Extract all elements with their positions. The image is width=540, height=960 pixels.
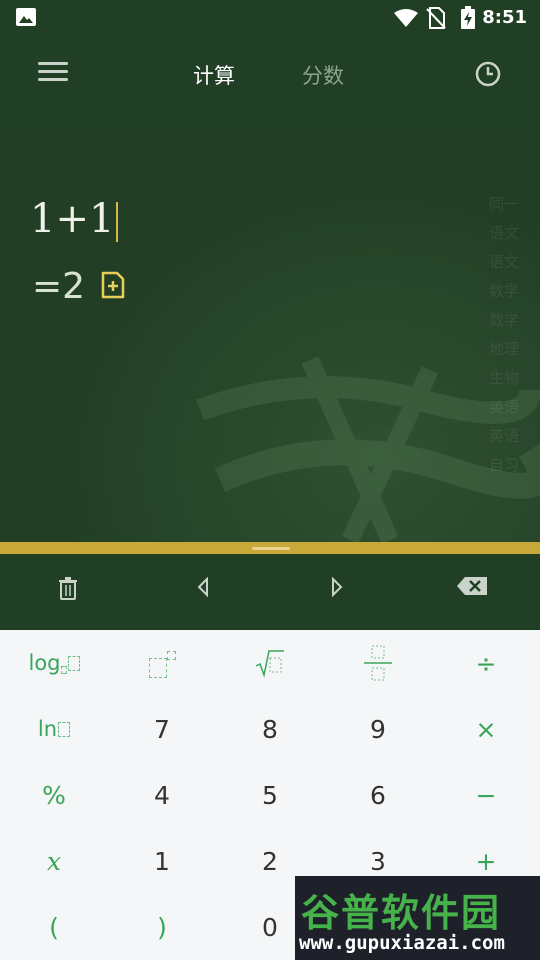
open-paren-key[interactable]: (: [0, 894, 108, 960]
placeholder-box: [58, 721, 71, 737]
close-paren-key[interactable]: ): [108, 894, 216, 960]
digit-8-key[interactable]: 8: [216, 696, 324, 762]
subject-text: 数学: [489, 282, 520, 300]
subject-text: 语文: [489, 224, 520, 242]
ln-key[interactable]: ln: [0, 696, 108, 762]
placeholder-box: [67, 655, 80, 671]
top-bar: 计算 分数: [0, 46, 540, 102]
drag-handle[interactable]: [252, 547, 290, 550]
digit-6-key[interactable]: 6: [324, 762, 432, 828]
power-key[interactable]: [108, 630, 216, 696]
status-bar: 8:51: [0, 0, 540, 36]
backspace-icon[interactable]: [456, 576, 488, 596]
battery-charging-icon: [461, 6, 475, 29]
tab-fraction[interactable]: 分数: [302, 60, 344, 90]
menu-icon[interactable]: [38, 62, 68, 86]
trash-icon[interactable]: [58, 576, 78, 600]
resize-divider[interactable]: [0, 542, 540, 554]
subject-text: 数学: [489, 311, 520, 329]
tab-calculate[interactable]: 计算: [193, 60, 235, 90]
status-time: 8:51: [482, 7, 527, 28]
log-key[interactable]: log: [0, 630, 108, 696]
cursor-left-icon[interactable]: [196, 576, 210, 598]
fraction-key[interactable]: [324, 630, 432, 696]
text-cursor: [116, 202, 119, 242]
digit-1-key[interactable]: 1: [108, 828, 216, 894]
fraction-icon: [364, 645, 392, 681]
variable-x-key[interactable]: x: [0, 828, 108, 894]
placeholder-box: [60, 666, 67, 674]
placeholder-box: [166, 650, 176, 660]
minus-key[interactable]: −: [432, 762, 540, 828]
subject-text: 自习: [489, 456, 520, 474]
sqrt-icon: [255, 650, 284, 678]
expression-text: 1+1: [30, 196, 115, 242]
sqrt-key[interactable]: [216, 630, 324, 696]
subject-text: 地理: [489, 340, 520, 358]
digit-4-key[interactable]: 4: [108, 762, 216, 828]
digit-5-key[interactable]: 5: [216, 762, 324, 828]
cursor-right-icon[interactable]: [330, 576, 344, 598]
digit-9-key[interactable]: 9: [324, 696, 432, 762]
subject-text: 英语: [489, 427, 520, 445]
expression-input[interactable]: 1+1: [30, 196, 119, 242]
history-icon[interactable]: [474, 60, 502, 88]
calculator-display: 同一 语文 语文 数学 数学 地理 生物 英语 英语 自习 1+1 =2: [0, 130, 540, 542]
log-key-label: log: [28, 651, 61, 675]
ln-key-label: ln: [37, 717, 58, 741]
chalk-scribble-decoration: [196, 356, 540, 542]
subject-text: 英语: [489, 398, 520, 416]
divide-key[interactable]: ÷: [432, 630, 540, 696]
wifi-icon: [394, 9, 418, 27]
subject-text: 语文: [489, 253, 520, 271]
chalk-subjects: 同一 语文 语文 数学 数学 地理 生物 英语 英语 自习: [489, 190, 529, 480]
site-watermark: 谷普软件园 www.gupuxiazai.com: [295, 876, 540, 960]
subject-text: 生物: [489, 369, 520, 387]
image-icon: [16, 8, 36, 26]
no-sim-icon: [426, 7, 446, 29]
percent-key[interactable]: %: [0, 762, 108, 828]
subject-text: 同一: [489, 195, 520, 213]
result-text: =2: [32, 266, 86, 307]
watermark-title: 谷普软件园: [301, 891, 502, 935]
digit-7-key[interactable]: 7: [108, 696, 216, 762]
multiply-key[interactable]: ×: [432, 696, 540, 762]
edit-toolbar: [0, 554, 540, 630]
add-to-notes-icon[interactable]: [100, 271, 126, 299]
placeholder-box: [148, 658, 167, 678]
watermark-url: www.gupuxiazai.com: [299, 932, 505, 954]
